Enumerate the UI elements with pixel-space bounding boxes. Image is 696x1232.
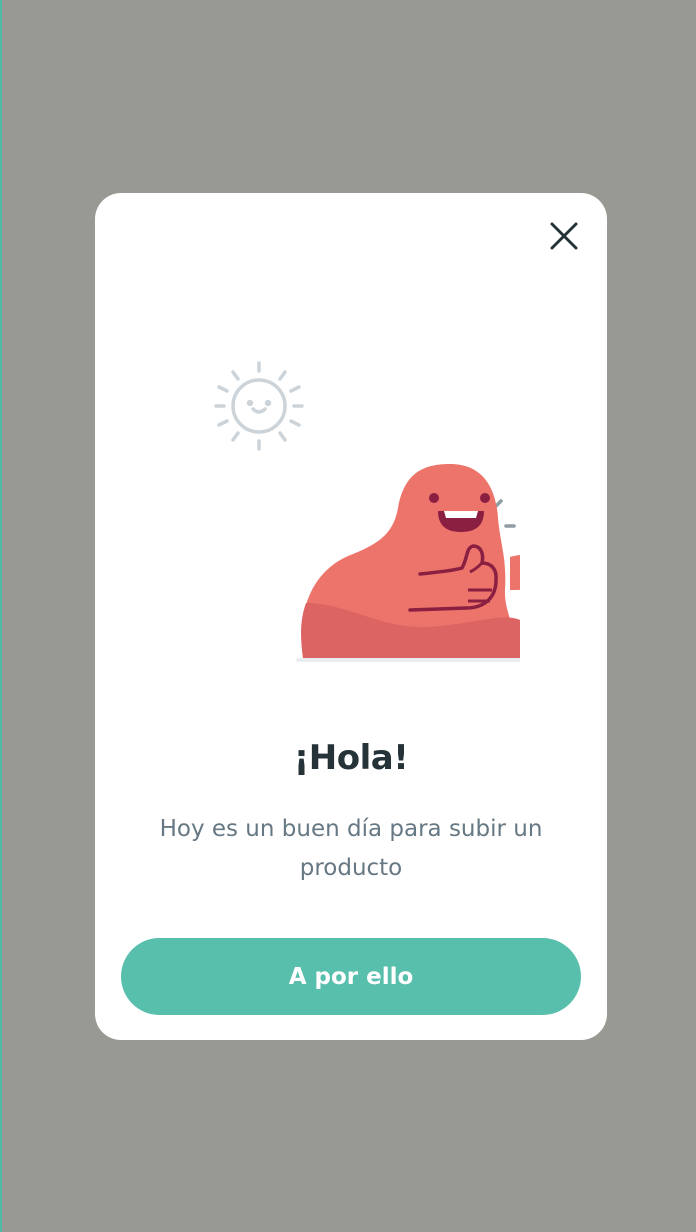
modal-message: Hoy es un buen día para subir un product… <box>159 816 543 881</box>
modal-title: ¡Hola! <box>293 738 409 778</box>
left-edge-accent <box>0 0 2 1232</box>
welcome-modal: ¡Hola! Hoy es un buen día para subir un … <box>95 193 607 1040</box>
sun-icon <box>214 361 304 451</box>
cta-button[interactable]: A por ello <box>121 938 581 1015</box>
welcome-illustration <box>214 361 520 662</box>
close-button[interactable] <box>544 216 584 256</box>
blob-character <box>301 464 520 658</box>
screen: { "modal": { "title": "¡Hola!", "message… <box>0 0 696 1232</box>
close-icon <box>550 222 578 250</box>
